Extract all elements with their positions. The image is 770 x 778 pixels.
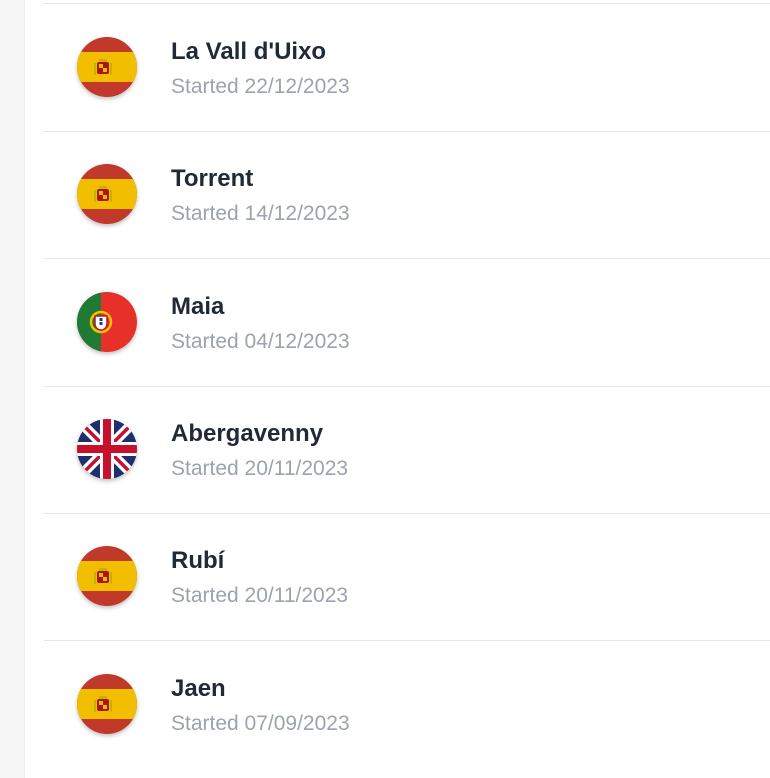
project-start-date: Started 20/11/2023	[171, 584, 349, 607]
list-item[interactable]: La Vall d'Uixo Started 22/12/2023	[44, 4, 770, 132]
projects-page: La Vall d'Uixo Started 22/12/2023 Torren…	[0, 0, 770, 778]
project-start-date: Started 14/12/2023	[171, 202, 350, 225]
project-start-date: Started 20/11/2023	[171, 457, 349, 480]
list-item[interactable]: Jaen Started 07/09/2023	[44, 641, 770, 768]
project-start-date: Started 07/09/2023	[171, 712, 350, 735]
project-name: La Vall d'Uixo	[171, 38, 327, 65]
project-name: Torrent	[171, 165, 254, 192]
project-start-date: Started 22/12/2023	[171, 75, 350, 98]
project-name: Maia	[171, 293, 225, 320]
spain-flag-icon	[77, 164, 137, 224]
list-item[interactable]: Torrent Started 14/12/2023	[44, 131, 770, 259]
project-name: Jaen	[171, 675, 226, 702]
list-item[interactable]: Abergavenny Started 20/11/2023	[44, 386, 770, 514]
spain-flag-icon	[77, 674, 137, 734]
uk-flag-icon	[77, 419, 137, 479]
spain-flag-icon	[77, 37, 137, 97]
portugal-flag-icon	[77, 292, 137, 352]
project-name: Abergavenny	[171, 420, 324, 447]
spain-flag-icon	[77, 546, 137, 606]
sidebar-edge	[0, 0, 25, 778]
project-name: Rubí	[171, 547, 225, 574]
list-item[interactable]: Rubí Started 20/11/2023	[44, 513, 770, 641]
project-start-date: Started 04/12/2023	[171, 330, 350, 353]
list-item[interactable]: Maia Started 04/12/2023	[44, 259, 770, 387]
